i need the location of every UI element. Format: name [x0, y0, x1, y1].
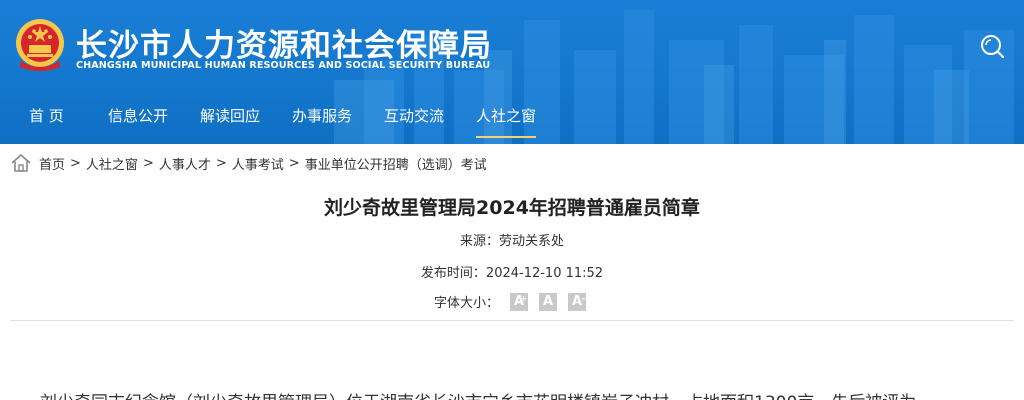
nav-item-info-disclosure[interactable]: 信息公开: [108, 96, 168, 144]
breadcrumb: 首页 > 人社之窗 > 人事人才 > 人事考试 > 事业单位公开招聘（选调）考试: [10, 152, 487, 174]
site-title-english: CHANGSHA MUNICIPAL HUMAN RESOURCES AND S…: [76, 60, 491, 71]
breadcrumb-hrss-window[interactable]: 人社之窗: [86, 154, 138, 173]
nav-item-services[interactable]: 办事服务: [292, 96, 352, 144]
main-navigation: 首 页 信息公开 解读回应 办事服务 互动交流 人社之窗: [0, 96, 1024, 144]
breadcrumb-separator: >: [215, 155, 227, 171]
breadcrumb-exams[interactable]: 人事考试: [232, 154, 284, 173]
home-icon[interactable]: [10, 153, 32, 173]
breadcrumb-separator: >: [288, 155, 300, 171]
content-divider: [10, 320, 1014, 321]
font-size-increase-button[interactable]: A +: [510, 292, 529, 311]
font-size-decrease-button[interactable]: A-: [568, 292, 587, 311]
article-publish-time: 发布时间：2024-12-10 11:52: [420, 266, 604, 281]
nav-item-hrss-window[interactable]: 人社之窗: [476, 96, 537, 144]
breadcrumb-recruitment-exam[interactable]: 事业单位公开招聘（选调）考试: [305, 154, 487, 173]
site-title-chinese: 长沙市人力资源和社会保障局: [76, 28, 492, 64]
breadcrumb-separator: >: [70, 155, 81, 171]
article-title: 刘少奇故里管理局2024年招聘普通雇员简章: [324, 197, 700, 219]
font-size-label: 字体大小：: [434, 296, 500, 311]
national-emblem-icon: [16, 19, 64, 71]
font-size-default-button[interactable]: A: [539, 292, 558, 311]
article-body-first-line: 刘少奇同志纪念馆（刘少奇故里管理局）位于湖南省长沙市宁乡市花明楼镇炭子冲村，占地…: [40, 388, 1024, 400]
nav-item-interaction[interactable]: 互动交流: [384, 96, 444, 144]
font-size-controls: 字体大小： A + A A-: [434, 292, 587, 311]
search-icon[interactable]: [976, 31, 1008, 63]
nav-item-home[interactable]: 首 页: [29, 96, 64, 144]
site-header: 长沙市人力资源和社会保障局 CHANGSHA MUNICIPAL HUMAN R…: [0, 0, 1024, 144]
breadcrumb-separator: >: [142, 155, 154, 171]
breadcrumb-home[interactable]: 首页: [39, 154, 65, 173]
nav-item-interpretation[interactable]: 解读回应: [200, 96, 260, 144]
breadcrumb-personnel[interactable]: 人事人才: [159, 154, 211, 173]
article-source: 来源：劳动关系处: [459, 234, 564, 249]
